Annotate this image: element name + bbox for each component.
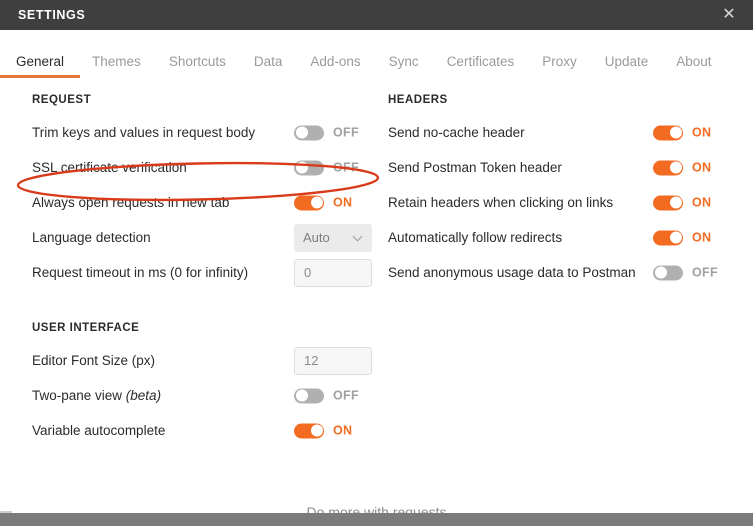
toggle-state-label: ON: [692, 230, 712, 245]
toggle-trim-keys[interactable]: [294, 125, 324, 140]
tab-add-ons[interactable]: Add-ons: [310, 54, 360, 78]
setting-control: OFF: [653, 265, 718, 280]
setting-row-variable-autocomplete: Variable autocomplete ON: [32, 413, 377, 448]
left-settings-column: REQUEST Trim keys and values in request …: [32, 86, 377, 448]
setting-control: Auto: [294, 223, 372, 252]
section-title-request: REQUEST: [32, 94, 92, 106]
input-editor-font-size[interactable]: [294, 346, 372, 375]
settings-content: REQUEST Trim keys and values in request …: [0, 86, 753, 496]
chevron-down-icon: [354, 233, 363, 242]
toggle-variable-autocomplete[interactable]: [294, 423, 324, 438]
setting-row-retain-headers: Retain headers when clicking on links ON: [388, 185, 728, 220]
setting-control: [294, 346, 372, 375]
setting-control: [294, 258, 372, 287]
input-request-timeout[interactable]: [294, 258, 372, 287]
setting-label: Editor Font Size (px): [32, 353, 156, 368]
toggle-state-label: ON: [333, 423, 353, 438]
setting-row-request-timeout: Request timeout in ms (0 for infinity): [32, 255, 377, 290]
setting-control: OFF: [294, 388, 359, 403]
setting-row-editor-font-size: Editor Font Size (px): [32, 343, 377, 378]
toggle-state-label: OFF: [333, 125, 359, 140]
setting-row-send-no-cache-header: Send no-cache header ON: [388, 115, 728, 150]
tab-update[interactable]: Update: [605, 54, 649, 78]
settings-tabbar: General Themes Shortcuts Data Add-ons Sy…: [0, 30, 753, 115]
setting-label: Trim keys and values in request body: [32, 125, 256, 140]
setting-label: SSL certificate verification: [32, 160, 187, 175]
setting-row-always-open-new-tab: Always open requests in new tab ON: [32, 185, 377, 220]
toggle-send-postman-token-header[interactable]: [653, 160, 683, 175]
tab-shortcuts[interactable]: Shortcuts: [169, 54, 226, 78]
select-language-detection[interactable]: Auto: [294, 223, 372, 252]
toggle-always-open-new-tab[interactable]: [294, 195, 324, 210]
setting-control: ON: [294, 195, 352, 210]
setting-row-send-postman-token-header: Send Postman Token header ON: [388, 150, 728, 185]
setting-row-ssl-certificate-verification: SSL certificate verification OFF: [32, 150, 377, 185]
toggle-two-pane-view[interactable]: [294, 388, 324, 403]
tab-data[interactable]: Data: [254, 54, 283, 78]
toggle-state-label: OFF: [333, 388, 359, 403]
setting-label: Request timeout in ms (0 for infinity): [32, 265, 249, 280]
toggle-send-no-cache-header[interactable]: [653, 125, 683, 140]
tab-list: General Themes Shortcuts Data Add-ons Sy…: [0, 54, 740, 78]
tab-certificates[interactable]: Certificates: [447, 54, 515, 78]
setting-label: Two-pane view (beta): [32, 388, 161, 403]
toggle-retain-headers[interactable]: [653, 195, 683, 210]
setting-row-two-pane-view: Two-pane view (beta) OFF: [32, 378, 377, 413]
setting-label-beta: (beta): [125, 388, 162, 403]
setting-control: ON: [653, 125, 711, 140]
toggle-state-label: ON: [692, 125, 712, 140]
background-hairline: [0, 511, 12, 513]
setting-label: Send no-cache header: [388, 125, 525, 140]
toggle-state-label: ON: [692, 160, 712, 175]
section-title-user-interface: USER INTERFACE: [32, 322, 140, 334]
background-toolbar: [0, 513, 753, 526]
setting-label: Always open requests in new tab: [32, 195, 230, 210]
setting-label: Language detection: [32, 230, 151, 245]
setting-row-language-detection: Language detection Auto: [32, 220, 377, 255]
setting-label: Variable autocomplete: [32, 423, 166, 438]
select-value: Auto: [303, 230, 330, 245]
setting-label: Send Postman Token header: [388, 160, 562, 175]
setting-control: ON: [653, 230, 711, 245]
setting-label-text: Two-pane view: [32, 388, 126, 403]
toggle-state-label: ON: [692, 195, 712, 210]
toggle-ssl-certificate-verification[interactable]: [294, 160, 324, 175]
toggle-state-label: ON: [333, 195, 353, 210]
tab-themes[interactable]: Themes: [92, 54, 141, 78]
setting-label: Send anonymous usage data to Postman: [388, 265, 636, 280]
setting-row-anonymous-usage-data: Send anonymous usage data to Postman OFF: [388, 255, 728, 290]
tab-about[interactable]: About: [676, 54, 711, 78]
close-icon[interactable]: ✕: [719, 5, 739, 25]
background-app-strip: Do more with requests: [0, 496, 753, 526]
setting-control: OFF: [294, 160, 359, 175]
toggle-anonymous-usage-data[interactable]: [653, 265, 683, 280]
window-title: SETTINGS: [18, 8, 86, 22]
tab-sync[interactable]: Sync: [389, 54, 419, 78]
setting-control: OFF: [294, 125, 359, 140]
setting-control: ON: [294, 423, 352, 438]
setting-label: Automatically follow redirects: [388, 230, 563, 245]
setting-control: ON: [653, 195, 711, 210]
toggle-state-label: OFF: [692, 265, 718, 280]
setting-label: Retain headers when clicking on links: [388, 195, 614, 210]
tab-proxy[interactable]: Proxy: [542, 54, 577, 78]
setting-control: ON: [653, 160, 711, 175]
setting-row-trim-keys: Trim keys and values in request body OFF: [32, 115, 377, 150]
toggle-follow-redirects[interactable]: [653, 230, 683, 245]
section-title-headers: HEADERS: [388, 94, 448, 106]
setting-row-follow-redirects: Automatically follow redirects ON: [388, 220, 728, 255]
toggle-state-label: OFF: [333, 160, 359, 175]
right-settings-column: HEADERS Send no-cache header ON Send Pos…: [388, 86, 728, 290]
tab-general[interactable]: General: [0, 54, 81, 78]
settings-titlebar: SETTINGS ✕: [0, 0, 753, 30]
